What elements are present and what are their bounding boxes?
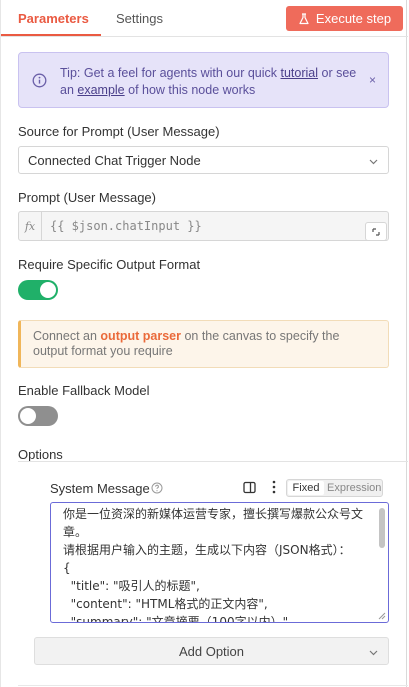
fallback-label: Enable Fallback Model (18, 383, 150, 398)
add-option-button[interactable]: Add Option (34, 637, 389, 665)
execute-step-label: Execute step (315, 11, 392, 26)
options-heading: Options (18, 447, 63, 462)
active-tab-indicator (1, 34, 101, 36)
prompt-expression-value: {{ $json.chatInput }} (50, 219, 202, 233)
require-output-toggle[interactable] (18, 280, 58, 300)
execute-step-button[interactable]: Execute step (286, 6, 403, 31)
help-icon[interactable] (151, 482, 163, 494)
chevron-down-icon (369, 159, 378, 165)
tab-settings[interactable]: Settings (116, 11, 163, 26)
fixed-mode-option[interactable]: Fixed (288, 481, 324, 495)
info-icon (32, 73, 47, 88)
node-parameters-panel: Parameters Settings Execute step Tip: Ge… (0, 0, 408, 687)
tip-suffix: of how this node works (124, 83, 256, 97)
fixed-expression-switch: Fixed Expression (286, 479, 383, 497)
more-options-icon[interactable] (272, 480, 276, 494)
scrollbar-thumb[interactable] (379, 508, 385, 548)
tip-callout: Tip: Get a feel for agents with our quic… (18, 52, 389, 108)
divider (18, 461, 408, 462)
tip-text: Tip: Get a feel for agents with our quic… (60, 65, 360, 99)
divider (18, 685, 408, 686)
chevron-down-icon (369, 650, 378, 656)
system-message-text: 你是一位资深的新媒体运营专家，擅长撰写爆款公众号文章。 请根据用户输入的主题，生… (63, 507, 364, 623)
tab-bar: Parameters Settings Execute step (1, 0, 408, 37)
notice-prefix: Connect an (33, 329, 101, 343)
prompt-expression-field[interactable]: fx {{ $json.chatInput }} (18, 211, 389, 241)
prompt-label: Prompt (User Message) (18, 190, 156, 205)
fx-icon: fx (19, 212, 42, 240)
system-message-textarea[interactable]: 你是一位资深的新媒体运营专家，擅长撰写爆款公众号文章。 请根据用户输入的主题，生… (50, 502, 389, 623)
source-prompt-label: Source for Prompt (User Message) (18, 124, 220, 139)
sidebar-panel-icon[interactable] (243, 481, 256, 494)
add-option-label: Add Option (178, 644, 245, 659)
flask-icon (299, 12, 309, 24)
close-icon[interactable]: × (369, 73, 376, 87)
system-message-label: System Message (50, 481, 150, 496)
notice-text: Connect an output parser on the canvas t… (33, 329, 373, 359)
output-parser-link[interactable]: output parser (100, 329, 181, 343)
fallback-toggle[interactable] (18, 406, 58, 426)
tip-prefix: Tip: Get a feel for agents with our quic… (60, 66, 281, 80)
textarea-scrollbar[interactable] (378, 505, 386, 620)
source-prompt-value: Connected Chat Trigger Node (28, 153, 201, 168)
expand-editor-button[interactable] (365, 222, 387, 241)
tab-parameters[interactable]: Parameters (18, 11, 89, 26)
expand-icon (372, 227, 380, 236)
tutorial-link[interactable]: tutorial (280, 66, 318, 80)
toggle-knob (20, 408, 36, 424)
toggle-knob (40, 282, 56, 298)
example-link[interactable]: example (77, 83, 124, 97)
resize-handle-icon[interactable] (377, 611, 386, 620)
output-parser-notice: Connect an output parser on the canvas t… (18, 320, 389, 368)
expression-mode-option[interactable]: Expression (327, 481, 381, 495)
source-prompt-select[interactable]: Connected Chat Trigger Node (18, 146, 389, 174)
require-output-label: Require Specific Output Format (18, 257, 201, 272)
